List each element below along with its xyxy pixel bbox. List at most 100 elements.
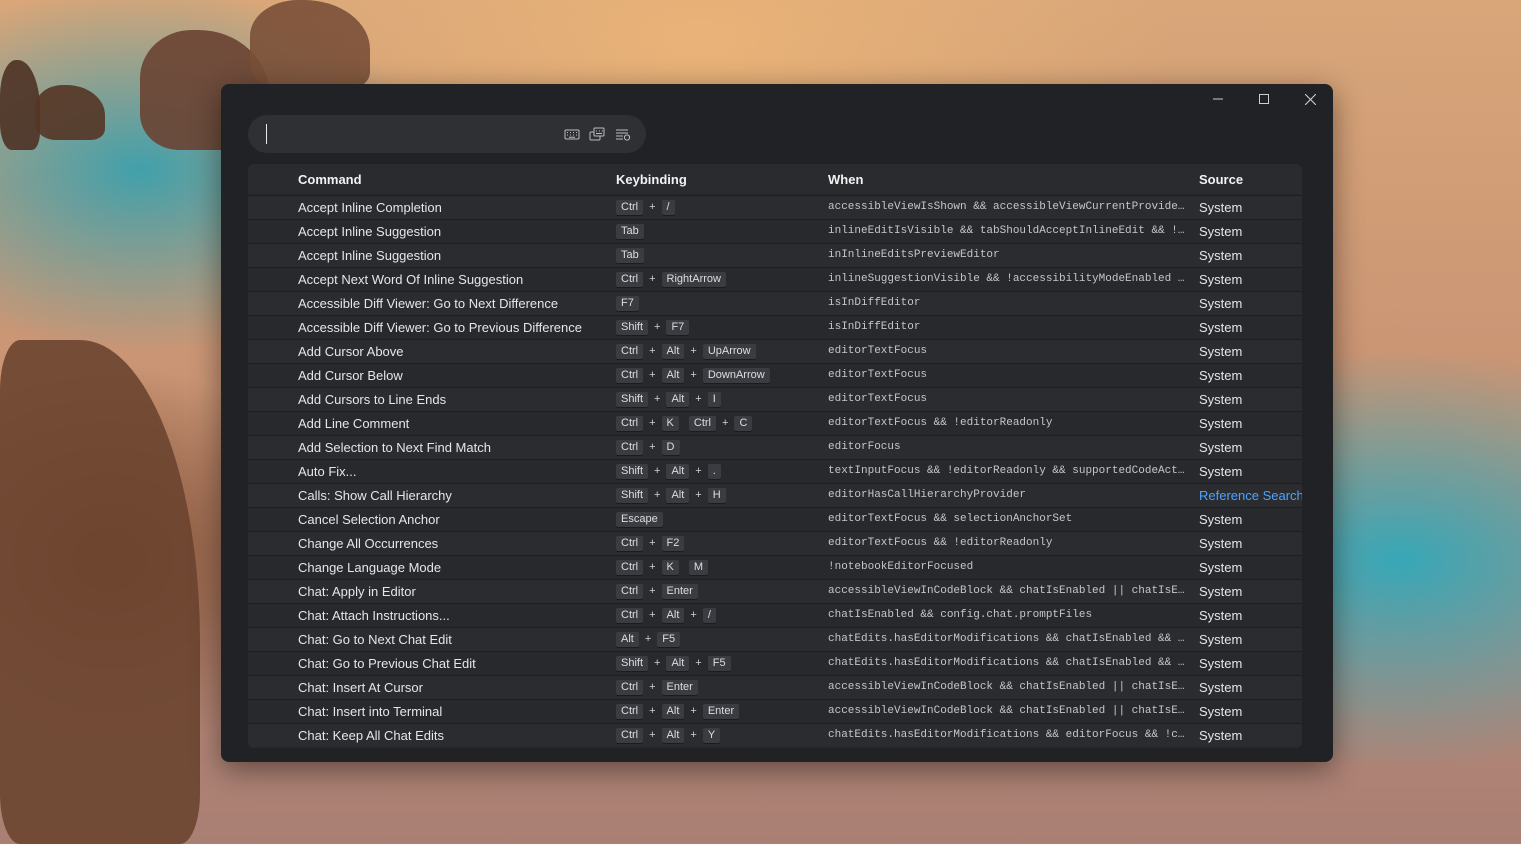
command-cell: Accept Inline Suggestion [298,224,442,239]
keybinding-cell[interactable]: F7 [616,292,816,315]
when-cell: accessibleViewInCodeBlock && chatIsEnabl… [828,681,1190,693]
key-cap: F2 [661,536,685,551]
table-row[interactable]: Accept Next Word Of Inline Suggestion Ctr… [248,267,1302,291]
column-header-keybinding[interactable]: Keybinding [616,172,687,187]
table-row[interactable]: Add Selection to Next Find Match Ctrl + Ded… [248,435,1302,459]
source-link[interactable]: Reference Search View [1199,484,1302,507]
table-row[interactable]: Add Cursor Below Ctrl + Alt + DownArrow editor… [248,363,1302,387]
table-row[interactable]: Auto Fix... Shift + Alt +. textInputFocus && … [248,459,1302,483]
keybinding-cell[interactable]: Ctrl + K Ctrl + C [616,412,816,435]
key-cap: Alt [616,632,639,647]
when-cell: editorTextFocus && !editorReadonly [828,537,1053,549]
keybinding-cell[interactable]: Ctrl + RightArrow [616,268,816,291]
table-row[interactable]: Change Language Mode Ctrl + K M !notebookEdit… [248,555,1302,579]
key-plus: + [649,561,656,573]
keybinding-cell[interactable]: Ctrl + Alt + Enter [616,700,816,723]
key-cap: Escape [616,512,663,527]
command-cell: Cancel Selection Anchor [298,512,440,527]
sort-by-precedence-icon[interactable] [615,127,631,141]
column-header-command[interactable]: Command [298,172,362,187]
key-cap: Ctrl [616,584,644,599]
search-box[interactable] [248,115,646,153]
key-plus: + [654,657,661,669]
when-cell: accessibleViewInCodeBlock && chatIsEnabl… [828,705,1190,717]
keybinding-cell[interactable]: Shift + F7 [616,316,816,339]
keybinding-cell[interactable]: Ctrl + / [616,196,816,219]
key-plus: + [649,369,656,381]
keybinding-cell[interactable]: Ctrl + F2 [616,532,816,555]
key-cap: Ctrl [616,680,644,695]
key-plus: + [695,657,702,669]
table-row[interactable]: Chat: Attach Instructions... Ctrl + Alt + / ch… [248,603,1302,627]
keybinding-cell[interactable]: Shift + Alt + I [616,388,816,411]
source-cell: System [1199,344,1243,359]
keybinding-cell[interactable]: Ctrl + Alt + / [616,604,816,627]
when-cell: inlineEditIsVisible && tabShouldAcceptIn… [828,225,1190,237]
maximize-button[interactable] [1241,84,1287,114]
command-cell: Chat: Insert into Terminal [298,704,443,719]
table-row[interactable]: Accessible Diff Viewer: Go to Previous D… [248,315,1302,339]
table-row[interactable]: Chat: Go to Next Chat Edit Alt + F5 chatEdit… [248,627,1302,651]
keybinding-cell[interactable]: Escape [616,508,816,531]
record-keys-icon[interactable] [589,127,605,141]
keybinding-cell[interactable]: Ctrl + Alt + UpArrow [616,340,816,363]
table-row[interactable]: Cancel Selection Anchor Escape editorTextF… [248,507,1302,531]
keybinding-cell[interactable]: Shift + Alt + H [616,484,816,507]
key-cap: Shift [616,320,649,335]
key-plus: + [649,441,656,453]
table-row[interactable]: Change All Occurrences Ctrl + F2 editorTextF… [248,531,1302,555]
table-row[interactable]: Chat: Keep All Chat Edits Ctrl + Alt + YchatE… [248,723,1302,747]
search-input[interactable] [268,121,552,149]
source-cell: System [1199,296,1243,311]
table-row[interactable]: Add Line Comment Ctrl + K Ctrl + CeditorTextFo… [248,411,1302,435]
keybinding-cell[interactable]: Ctrl + K M [616,556,816,579]
keybinding-cell[interactable]: Alt + F5 [616,628,816,651]
keybinding-cell[interactable]: Ctrl + Alt + DownArrow [616,364,816,387]
key-plus: + [690,369,697,381]
key-cap: Alt [661,608,685,623]
source-cell: System [1199,656,1243,671]
key-cap: Alt [666,392,690,407]
command-cell: Add Selection to Next Find Match [298,440,491,455]
table-row[interactable]: Chat: Insert At Cursor Ctrl + Enter accessib… [248,675,1302,699]
table-row[interactable]: Add Cursor Above Ctrl + Alt + UpArrow editorTe… [248,339,1302,363]
minimize-button[interactable] [1195,84,1241,114]
key-cap: K [661,560,679,575]
key-cap: Ctrl [616,344,644,359]
keybinding-cell[interactable]: Ctrl + D [616,436,816,459]
keybinding-cell[interactable]: Ctrl + Enter [616,676,816,699]
command-cell: Add Cursor Below [298,368,403,383]
wallpaper-rock [35,85,105,140]
keybinding-cell[interactable]: Tab [616,244,816,267]
table-row[interactable]: Calls: Show Call Hierarchy Shift + Alt + Hedi… [248,483,1302,507]
key-plus: + [695,393,702,405]
key-cap: Ctrl [616,536,644,551]
column-header-when[interactable]: When [828,172,863,187]
table-row[interactable]: Accept Inline Suggestion Tab inlineEditIsV… [248,219,1302,243]
when-cell: editorTextFocus [828,345,928,357]
table-row[interactable]: Accept Inline Completion Ctrl + / accessible… [248,195,1302,219]
keybinding-cell[interactable]: Ctrl + Enter [616,580,816,603]
table-row[interactable]: Accessible Diff Viewer: Go to Next Diffe… [248,291,1302,315]
table-row[interactable]: Chat: Go to Previous Chat Edit Shift + Alt +… [248,651,1302,675]
key-cap: Ctrl [616,560,644,575]
key-cap: K [661,416,679,431]
keybinding-cell[interactable]: Shift + Alt + F5 [616,652,816,675]
keybinding-cell[interactable]: Tab [616,220,816,243]
keyboard-icon[interactable] [564,127,580,141]
key-cap: Ctrl [616,608,644,623]
key-plus: + [695,489,702,501]
keybinding-cell[interactable]: Shift + Alt +. [616,460,816,483]
key-cap: Ctrl [616,416,644,431]
close-button[interactable] [1287,84,1333,114]
table-row[interactable]: Add Cursors to Line Ends Shift + Alt + Iedito… [248,387,1302,411]
table-row[interactable]: Chat: Apply in Editor Ctrl + Enter accessibl… [248,579,1302,603]
key-cap: Shift [616,656,649,671]
source-cell: System [1199,584,1243,599]
table-row[interactable]: Chat: Insert into Terminal Ctrl + Alt + Enter… [248,699,1302,723]
source-cell: System [1199,416,1243,431]
key-cap: UpArrow [702,344,756,359]
table-row[interactable]: Accept Inline Suggestion Tab inInlineEdits… [248,243,1302,267]
keybinding-cell[interactable]: Ctrl + Alt + Y [616,724,816,747]
column-header-source[interactable]: Source [1199,172,1243,187]
